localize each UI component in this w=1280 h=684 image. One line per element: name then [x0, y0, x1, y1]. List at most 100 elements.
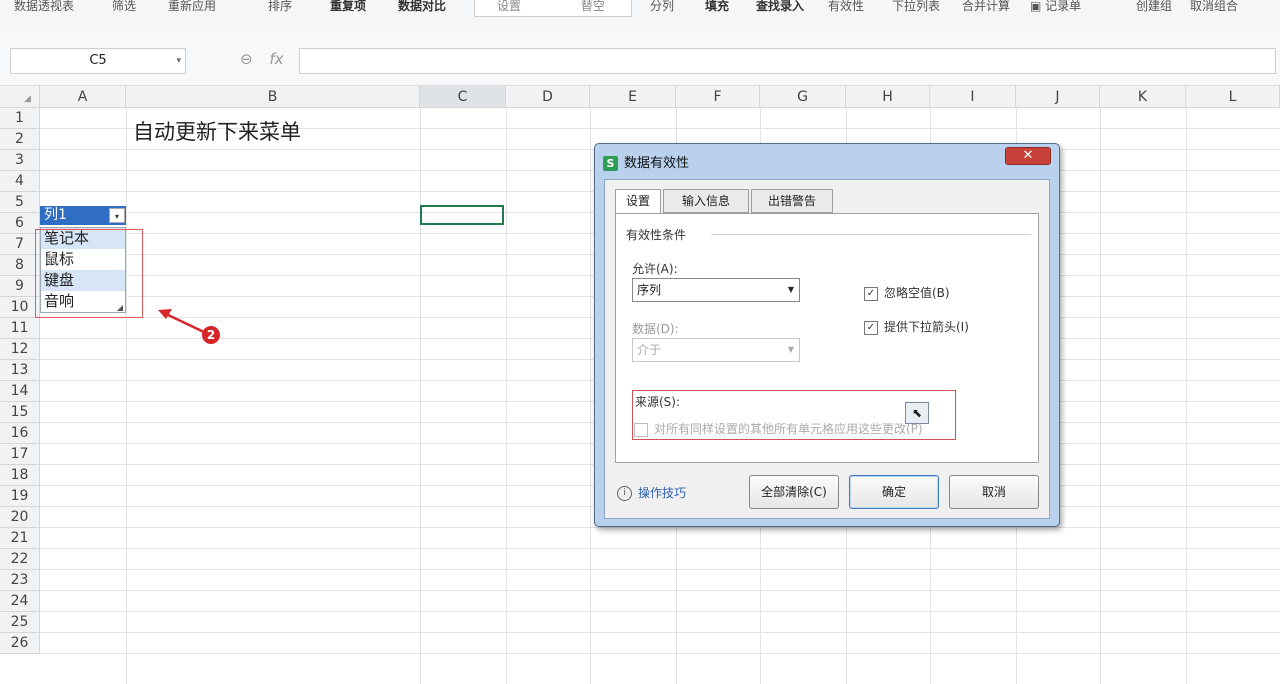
column-header-g[interactable]: G [760, 86, 846, 108]
row-header-21[interactable]: 21 [0, 528, 40, 549]
row-header-12[interactable]: 12 [0, 339, 40, 360]
ribbon-record-form[interactable]: ▣ 记录单 [1030, 0, 1081, 14]
ribbon-dropdown-list[interactable]: 下拉列表 [892, 0, 940, 14]
ribbon-duplicates[interactable]: 重复项 [330, 0, 366, 14]
zoom-icon[interactable]: ⊖ [240, 50, 253, 68]
row-header-6[interactable]: 6 [0, 213, 40, 234]
column-header-i[interactable]: I [930, 86, 1016, 108]
row-header-26[interactable]: 26 [0, 633, 40, 654]
row-header-19[interactable]: 19 [0, 486, 40, 507]
row-header-1[interactable]: 1 [0, 108, 40, 129]
tips-link[interactable]: i 操作技巧 [617, 484, 686, 501]
grid-hline [40, 548, 1280, 549]
ignore-blank-checkbox[interactable]: ✓ 忽略空值(B) [864, 284, 950, 301]
column-header-l[interactable]: L [1186, 86, 1280, 108]
chevron-down-icon: ▼ [787, 345, 794, 354]
ribbon-group[interactable]: 创建组 [1136, 0, 1172, 14]
data-select[interactable]: 介于 ▼ [632, 338, 800, 362]
collapse-range-icon: ⬉ [911, 406, 923, 420]
app-logo-icon: S [603, 156, 618, 171]
row-header-16[interactable]: 16 [0, 423, 40, 444]
selected-cell-c5[interactable] [420, 205, 504, 225]
settings-panel: 有效性条件 允许(A): 序列 ▼ 数据(D): 介于 ▼ ✓ 忽略空值(B) ✓… [615, 213, 1039, 463]
row-header-14[interactable]: 14 [0, 381, 40, 402]
ribbon-reapply[interactable]: 重新应用 [168, 0, 216, 14]
grid-hline [40, 632, 1280, 633]
grid-hline [40, 611, 1280, 612]
ribbon-lookup-entry[interactable]: 查找录入 [756, 0, 804, 14]
column-header-a[interactable]: A [40, 86, 126, 108]
allow-select[interactable]: 序列 ▼ [632, 278, 800, 302]
select-all-corner[interactable]: ◢ [0, 86, 40, 108]
row-header-13[interactable]: 13 [0, 360, 40, 381]
row-header-9[interactable]: 9 [0, 276, 40, 297]
ribbon-data-compare[interactable]: 数据对比 [398, 0, 446, 14]
formula-bar: C5 ▾ ⊖ fx [0, 30, 1280, 86]
ribbon-consolidate[interactable]: 合并计算 [962, 0, 1010, 14]
ok-button[interactable]: 确定 [849, 475, 939, 509]
row-header-11[interactable]: 11 [0, 318, 40, 339]
column-header-c[interactable]: C [420, 86, 506, 108]
annotation-badge-2: 2 [202, 326, 220, 344]
tab-error-alert[interactable]: 出错警告 [751, 189, 833, 213]
filter-dropdown-button[interactable]: ▾ [109, 208, 125, 223]
group-divider [711, 234, 1031, 235]
row-header-4[interactable]: 4 [0, 171, 40, 192]
name-box[interactable]: C5 ▾ [10, 48, 186, 74]
title-cell[interactable]: 自动更新下来菜单 [133, 116, 301, 146]
column-header-b[interactable]: B [126, 86, 420, 108]
column-header-h[interactable]: H [846, 86, 930, 108]
ribbon-ungroup[interactable]: 取消组合 [1190, 0, 1238, 14]
ribbon-fill[interactable]: 填充 [705, 0, 729, 14]
grid-vline [590, 108, 591, 684]
cancel-button[interactable]: 取消 [949, 475, 1039, 509]
row-header-18[interactable]: 18 [0, 465, 40, 486]
column-header-e[interactable]: E [590, 86, 676, 108]
grid-vline [420, 108, 421, 684]
row-header-25[interactable]: 25 [0, 612, 40, 633]
dropdown-arrow-checkbox[interactable]: ✓ 提供下拉箭头(I) [864, 318, 969, 335]
row-header-2[interactable]: 2 [0, 129, 40, 150]
fx-icon[interactable]: fx [269, 50, 283, 68]
grid-vline [126, 108, 127, 684]
grid-vline [506, 108, 507, 684]
close-button[interactable]: ✕ [1005, 147, 1051, 165]
row-header-22[interactable]: 22 [0, 549, 40, 570]
clear-all-button[interactable]: 全部清除(C) [749, 475, 839, 509]
row-header-23[interactable]: 23 [0, 570, 40, 591]
grid-vline [1186, 108, 1187, 684]
ribbon-filter[interactable]: 筛选 [112, 0, 136, 14]
row-header-24[interactable]: 24 [0, 591, 40, 612]
tab-settings[interactable]: 设置 [615, 189, 661, 214]
row-header-15[interactable]: 15 [0, 402, 40, 423]
row-header-17[interactable]: 17 [0, 444, 40, 465]
data-label: 数据(D): [632, 322, 679, 336]
info-icon: i [617, 486, 632, 501]
apply-all-checkbox[interactable]: 对所有同样设置的其他所有单元格应用这些更改(P) [634, 420, 923, 437]
annotation-highlight-list [35, 229, 143, 318]
grid-hline [40, 590, 1280, 591]
select-all-icon: ◢ [24, 94, 31, 104]
data-validation-dialog: S 数据有效性 ✕ 设置 输入信息 出错警告 有效性条件 允许(A): 序列 ▼ … [594, 143, 1060, 527]
grid-hline [40, 527, 1280, 528]
ribbon-combo-box[interactable]: 设置 替空 [474, 0, 632, 17]
row-header-20[interactable]: 20 [0, 507, 40, 528]
row-header-8[interactable]: 8 [0, 255, 40, 276]
row-header-3[interactable]: 3 [0, 150, 40, 171]
grid-hline [40, 653, 1280, 654]
row-header-7[interactable]: 7 [0, 234, 40, 255]
ribbon-sort[interactable]: 排序 [268, 0, 292, 14]
grid-hline [40, 569, 1280, 570]
column-header-j[interactable]: J [1016, 86, 1100, 108]
ribbon-validation[interactable]: 有效性 [828, 0, 864, 14]
column-header-d[interactable]: D [506, 86, 590, 108]
row-header-10[interactable]: 10 [0, 297, 40, 318]
column-header-k[interactable]: K [1100, 86, 1186, 108]
checkmark-icon: ✓ [864, 320, 878, 335]
formula-input[interactable] [299, 48, 1276, 74]
ribbon-pivot-table[interactable]: 数据透视表 [14, 0, 74, 14]
row-header-5[interactable]: 5 [0, 192, 40, 213]
ribbon-split-column[interactable]: 分列 [650, 0, 674, 14]
column-header-f[interactable]: F [676, 86, 760, 108]
tab-input-message[interactable]: 输入信息 [663, 189, 749, 213]
